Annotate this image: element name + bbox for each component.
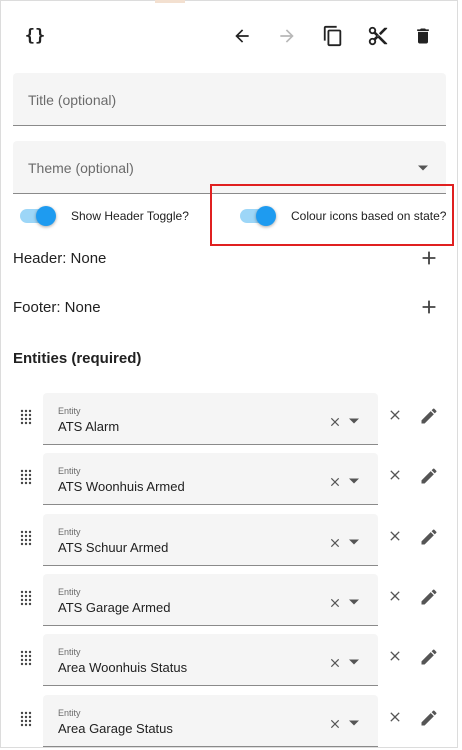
chevron-down-icon[interactable] xyxy=(349,599,359,605)
show-header-toggle-knob xyxy=(36,206,56,226)
show-header-toggle[interactable] xyxy=(18,205,58,227)
theme-select-placeholder: Theme (optional) xyxy=(28,160,134,176)
entity-picker[interactable]: Entity ATS Garage Armed xyxy=(43,574,378,626)
entity-value: Area Woonhuis Status xyxy=(58,660,188,675)
chevron-down-icon xyxy=(418,165,428,171)
header-row-label: Header: None xyxy=(13,250,107,267)
chevron-down-icon[interactable] xyxy=(349,539,359,545)
title-field-placeholder: Title (optional) xyxy=(28,92,117,108)
cut-button[interactable] xyxy=(360,18,396,54)
remove-entity-icon[interactable] xyxy=(387,407,403,423)
entity-value: ATS Alarm xyxy=(58,419,120,434)
clear-icon[interactable] xyxy=(328,717,342,731)
clear-icon[interactable] xyxy=(328,596,342,610)
edit-entity-icon[interactable] xyxy=(419,527,439,547)
chevron-down-icon[interactable] xyxy=(349,418,359,424)
edit-entity-icon[interactable] xyxy=(419,406,439,426)
drag-handle-icon[interactable] xyxy=(18,530,34,546)
entity-value: ATS Garage Armed xyxy=(58,600,171,615)
remove-entity-icon[interactable] xyxy=(387,467,403,483)
entity-field-label: Entity xyxy=(58,587,81,597)
entity-field-label: Entity xyxy=(58,527,81,537)
code-braces-icon: {} xyxy=(24,26,46,46)
entity-row: Entity ATS Garage Armed xyxy=(0,574,462,626)
remove-entity-icon[interactable] xyxy=(387,588,403,604)
entity-value: ATS Schuur Armed xyxy=(58,540,169,555)
entities-section-title: Entities (required) xyxy=(13,350,142,367)
entity-row: Entity ATS Woonhuis Armed xyxy=(0,453,462,505)
copy-icon xyxy=(323,25,342,47)
cut-icon xyxy=(368,26,388,46)
show-header-toggle-label: Show Header Toggle? xyxy=(71,209,189,223)
entity-field-label: Entity xyxy=(58,647,81,657)
clear-icon[interactable] xyxy=(328,415,342,429)
edit-entity-icon[interactable] xyxy=(419,466,439,486)
entity-picker[interactable]: Entity Area Woonhuis Status xyxy=(43,634,378,686)
footer-row-label: Footer: None xyxy=(13,299,101,316)
clear-icon[interactable] xyxy=(328,656,342,670)
add-footer-icon[interactable] xyxy=(418,296,440,318)
chevron-down-icon[interactable] xyxy=(349,720,359,726)
remove-entity-icon[interactable] xyxy=(387,648,403,664)
delete-button[interactable] xyxy=(405,18,441,54)
redo-button[interactable] xyxy=(269,18,305,54)
undo-button[interactable] xyxy=(224,18,260,54)
entity-picker[interactable]: Entity ATS Alarm xyxy=(43,393,378,445)
edit-entity-icon[interactable] xyxy=(419,587,439,607)
entity-picker[interactable]: Entity ATS Woonhuis Armed xyxy=(43,453,378,505)
entity-row: Entity ATS Alarm xyxy=(0,393,462,445)
chevron-down-icon[interactable] xyxy=(349,659,359,665)
remove-entity-icon[interactable] xyxy=(387,528,403,544)
entity-row: Entity Area Woonhuis Status xyxy=(0,634,462,686)
chevron-down-icon[interactable] xyxy=(349,478,359,484)
copy-button[interactable] xyxy=(315,18,351,54)
title-field[interactable]: Title (optional) xyxy=(13,73,446,126)
arrow-right-icon xyxy=(280,29,294,43)
drag-handle-icon[interactable] xyxy=(18,409,34,425)
add-header-icon[interactable] xyxy=(418,247,440,269)
clear-icon[interactable] xyxy=(328,536,342,550)
entity-picker[interactable]: Entity ATS Schuur Armed xyxy=(43,514,378,566)
edit-entity-icon[interactable] xyxy=(419,708,439,728)
entity-row: Entity Area Garage Status xyxy=(0,695,462,747)
arrow-left-icon xyxy=(235,29,249,43)
entity-value: Area Garage Status xyxy=(58,721,173,736)
entity-field-label: Entity xyxy=(58,466,81,476)
clear-icon[interactable] xyxy=(328,475,342,489)
edit-entity-icon[interactable] xyxy=(419,647,439,667)
entity-picker[interactable]: Entity Area Garage Status xyxy=(43,695,378,747)
entity-field-label: Entity xyxy=(58,708,81,718)
drag-handle-icon[interactable] xyxy=(18,469,34,485)
drag-handle-icon[interactable] xyxy=(18,590,34,606)
entity-field-label: Entity xyxy=(58,406,81,416)
code-editor-button[interactable]: {} xyxy=(17,18,53,54)
card-toolbar: {} xyxy=(0,0,462,72)
drag-handle-icon[interactable] xyxy=(18,650,34,666)
remove-entity-icon[interactable] xyxy=(387,709,403,725)
drag-handle-icon[interactable] xyxy=(18,711,34,727)
delete-icon xyxy=(417,28,429,44)
entity-row: Entity ATS Schuur Armed xyxy=(0,514,462,566)
entity-value: ATS Woonhuis Armed xyxy=(58,479,185,494)
highlight-box xyxy=(210,184,454,246)
